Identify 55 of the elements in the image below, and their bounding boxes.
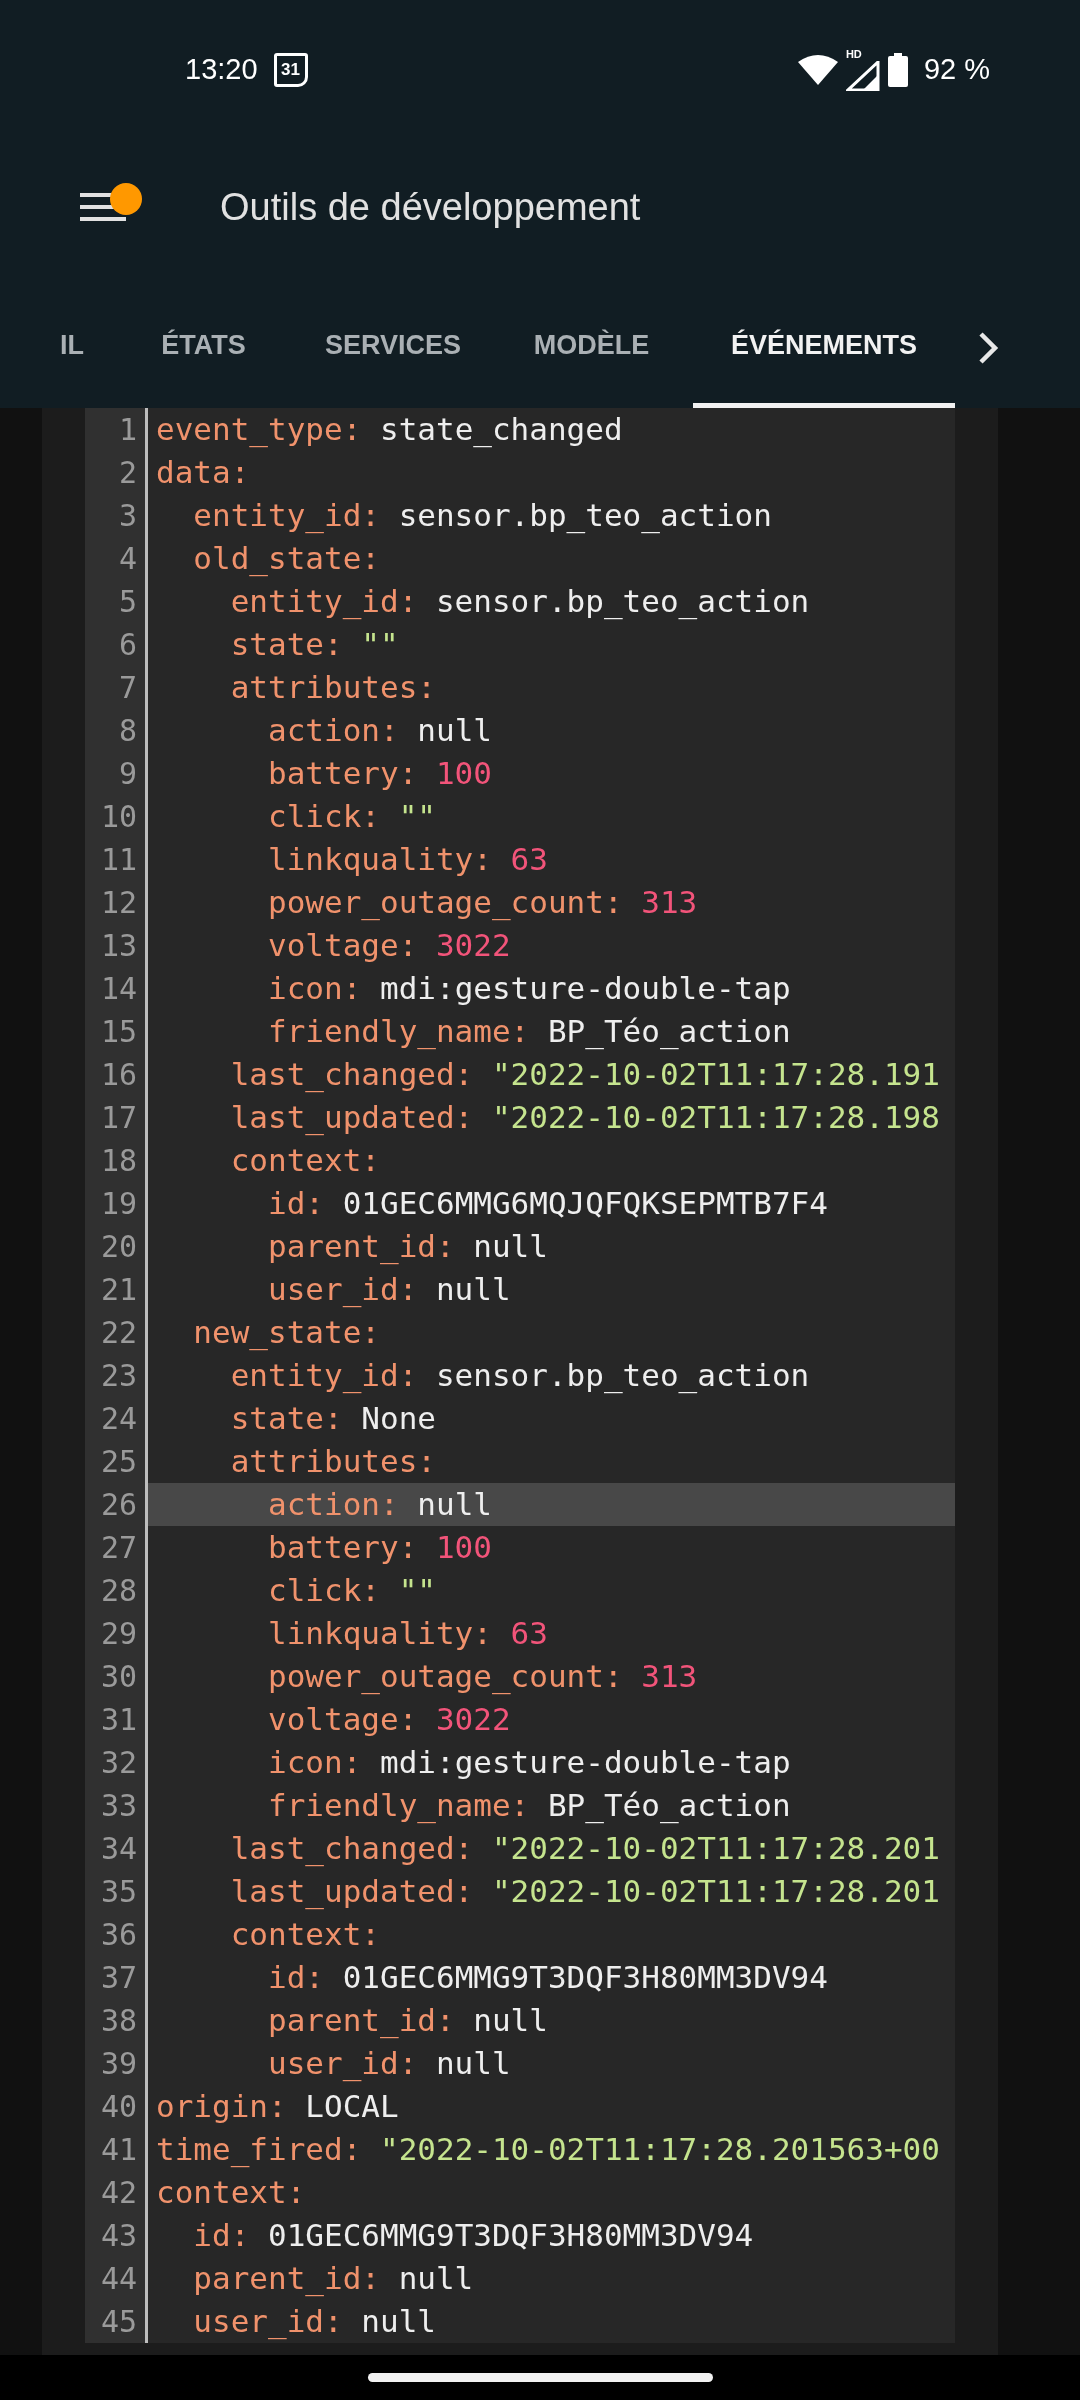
line-number: 12 bbox=[99, 884, 138, 922]
line-number: 44 bbox=[99, 2260, 138, 2298]
line-number: 25 bbox=[99, 1443, 138, 1481]
line-number: 17 bbox=[99, 1099, 138, 1137]
line-number: 27 bbox=[99, 1529, 138, 1567]
line-number: 36 bbox=[99, 1916, 138, 1954]
line-number: 9 bbox=[117, 755, 138, 793]
line-number: 39 bbox=[99, 2045, 138, 2083]
line-number: 34 bbox=[99, 1830, 138, 1868]
tab[interactable]: ÉTATS bbox=[111, 275, 296, 408]
line-number: 24 bbox=[99, 1400, 138, 1438]
line-number: 15 bbox=[99, 1013, 138, 1051]
line-number: 20 bbox=[99, 1228, 138, 1266]
line-number: 37 bbox=[99, 1959, 138, 1997]
line-number: 31 bbox=[99, 1701, 138, 1739]
page-title: Outils de développement bbox=[220, 185, 641, 230]
wifi-icon bbox=[797, 54, 838, 86]
line-number: 42 bbox=[99, 2174, 138, 2212]
line-number: 19 bbox=[99, 1185, 138, 1223]
line-number: 41 bbox=[99, 2131, 138, 2169]
line-number: 8 bbox=[117, 712, 138, 750]
line-number: 33 bbox=[99, 1787, 138, 1825]
line-number: 16 bbox=[99, 1056, 138, 1094]
calendar-icon: 31 bbox=[273, 53, 308, 87]
line-number: 22 bbox=[99, 1314, 138, 1352]
line-number: 23 bbox=[99, 1357, 138, 1395]
line-number: 4 bbox=[117, 540, 138, 578]
tab[interactable]: SERVICES bbox=[296, 275, 490, 408]
line-number: 26 bbox=[99, 1486, 138, 1524]
line-number: 14 bbox=[99, 970, 138, 1008]
line-number: 21 bbox=[99, 1271, 138, 1309]
line-number: 29 bbox=[99, 1615, 138, 1653]
line-number: 7 bbox=[117, 669, 138, 707]
line-number: 35 bbox=[99, 1873, 138, 1911]
battery-icon bbox=[887, 53, 908, 87]
line-number: 18 bbox=[99, 1142, 138, 1180]
status-time: 13:20 bbox=[185, 52, 258, 88]
line-number: 32 bbox=[99, 1744, 138, 1782]
line-number: 10 bbox=[99, 798, 138, 836]
line-number: 6 bbox=[117, 626, 138, 664]
line-number: 13 bbox=[99, 927, 138, 965]
line-number: 30 bbox=[99, 1658, 138, 1696]
line-number: 1 bbox=[117, 411, 138, 449]
line-number: 40 bbox=[99, 2088, 138, 2126]
line-number: 28 bbox=[99, 1572, 138, 1610]
tab[interactable]: MODÈLE bbox=[490, 275, 693, 408]
battery-percent: 92 % bbox=[923, 52, 990, 88]
line-number: 11 bbox=[99, 841, 138, 879]
line-number: 2 bbox=[117, 454, 138, 492]
tab[interactable]: IL bbox=[33, 275, 111, 408]
line-number: 45 bbox=[99, 2303, 138, 2341]
line-number: 43 bbox=[99, 2217, 138, 2255]
line-number: 38 bbox=[99, 2002, 138, 2040]
line-number: 3 bbox=[117, 497, 138, 535]
line-number: 5 bbox=[117, 583, 138, 621]
